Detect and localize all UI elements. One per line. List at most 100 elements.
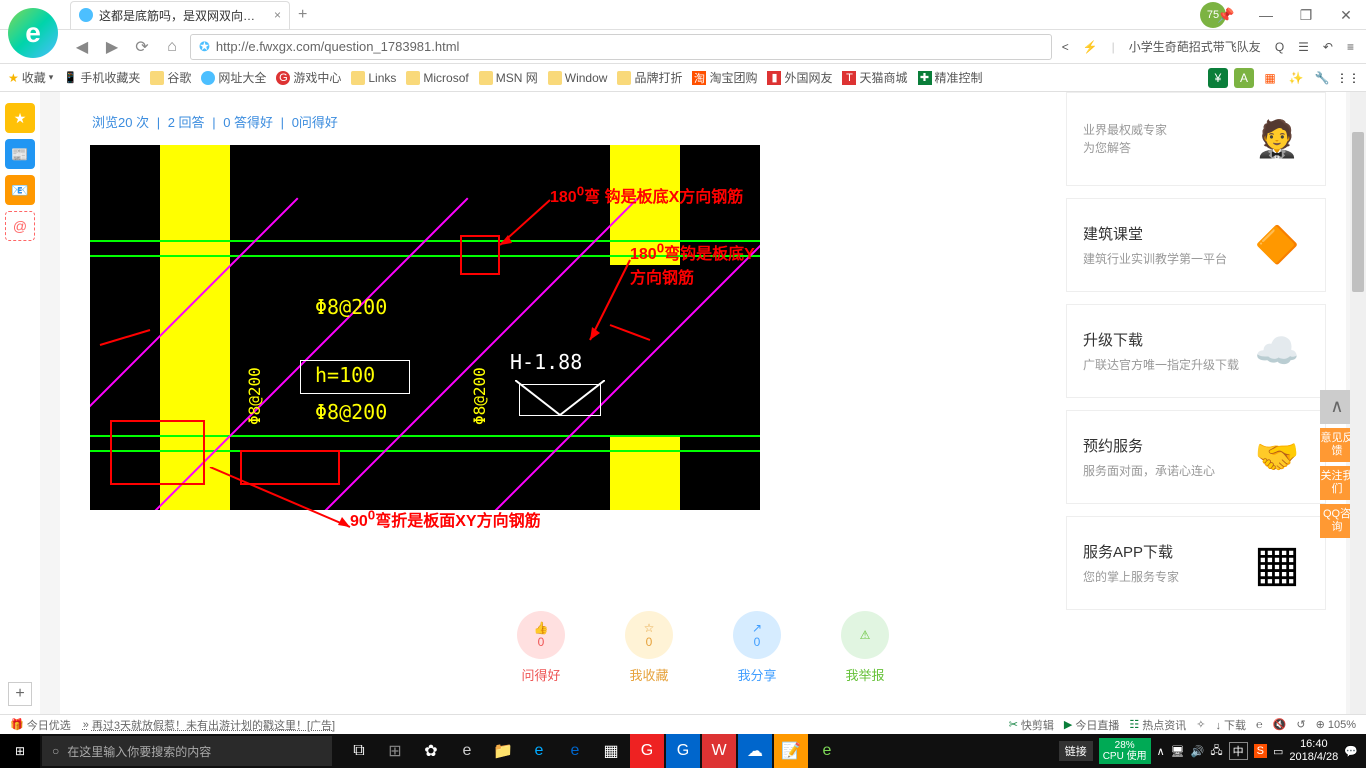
new-tab-button[interactable]: +: [298, 6, 307, 24]
scroll-thumb[interactable]: [1352, 132, 1364, 292]
app-icon[interactable]: G: [666, 734, 700, 768]
network-icon[interactable]: 🖧: [1210, 742, 1222, 761]
search-hint[interactable]: 小学生奇葩招式带飞队友: [1125, 36, 1265, 57]
ext5-icon[interactable]: 🔧: [1312, 68, 1332, 88]
bookmark-item[interactable]: Links: [351, 71, 396, 85]
ime-icon[interactable]: 中: [1229, 742, 1248, 760]
restore-icon[interactable]: ↺: [1296, 718, 1305, 731]
bookmark-item[interactable]: T天猫商城: [842, 69, 907, 86]
battery-icon[interactable]: ▭: [1273, 745, 1283, 758]
tab-close-icon[interactable]: ×: [274, 8, 281, 22]
sidebar-add-button[interactable]: +: [8, 682, 32, 706]
bookmark-item[interactable]: Window: [548, 71, 608, 85]
scrollbar[interactable]: [1350, 92, 1366, 714]
app-icon[interactable]: G: [630, 734, 664, 768]
back-button[interactable]: ◀: [70, 35, 94, 59]
close-button[interactable]: ✕: [1326, 0, 1366, 30]
bookmark-item[interactable]: MSN 网: [479, 69, 538, 86]
action-favorite[interactable]: ☆0 我收藏: [625, 611, 673, 684]
card-upgrade[interactable]: 升级下载广联达官方唯一指定升级下载 ☁️: [1066, 304, 1326, 398]
notification-icon[interactable]: 💬: [1344, 745, 1358, 758]
start-button[interactable]: ⊞: [0, 734, 40, 768]
ext-icon[interactable]: ☰: [1294, 38, 1313, 56]
app-icon[interactable]: W: [702, 734, 736, 768]
zoom-level[interactable]: ⊕ 105%: [1316, 718, 1356, 731]
minimize-button[interactable]: —: [1246, 0, 1286, 30]
ie-icon[interactable]: e: [558, 734, 592, 768]
taskbar-search[interactable]: ○ 在这里输入你要搜索的内容: [42, 736, 332, 766]
taskview-icon[interactable]: ⧉: [342, 734, 376, 768]
app-icon[interactable]: ⊞: [378, 734, 412, 768]
feedback-button[interactable]: 意见反馈: [1320, 428, 1354, 462]
ext2-icon[interactable]: A: [1234, 68, 1254, 88]
card-expert[interactable]: 业界最权威专家 为您解答 🤵: [1066, 92, 1326, 186]
edge-icon[interactable]: e: [522, 734, 556, 768]
app-icon[interactable]: ✿: [414, 734, 448, 768]
ad-link[interactable]: »再过3天就放假惹！未有出游计划的戳这里！[广告]: [83, 717, 335, 733]
bookmark-item[interactable]: ✚精准控制: [918, 69, 983, 86]
action-share[interactable]: ↗0 我分享: [733, 611, 781, 684]
sidebar-weibo[interactable]: 📧: [5, 175, 35, 205]
browser-icon[interactable]: e: [810, 734, 844, 768]
bookmark-item[interactable]: 网址大全: [201, 69, 266, 86]
ext1-icon[interactable]: ¥: [1208, 68, 1228, 88]
ime-brand-icon[interactable]: S: [1254, 744, 1267, 758]
browser-logo[interactable]: e: [8, 8, 58, 58]
share-icon[interactable]: <: [1058, 38, 1073, 56]
bookmark-item[interactable]: 📱手机收藏夹: [63, 69, 140, 86]
bookmark-item[interactable]: 谷歌: [150, 69, 191, 86]
download-button[interactable]: ↓ 下载: [1215, 717, 1246, 733]
volume-icon[interactable]: 🔊: [1191, 745, 1205, 758]
card-service[interactable]: 预约服务服务面对面，承诺心连心 🤝: [1066, 410, 1326, 504]
tray-up-icon[interactable]: ∧: [1157, 745, 1165, 758]
action-good-question[interactable]: 👍0 问得好: [517, 611, 565, 684]
sidebar-at[interactable]: @: [5, 211, 35, 241]
app-icon[interactable]: ☁: [738, 734, 772, 768]
tray-icon[interactable]: 🖥: [1171, 745, 1185, 758]
link-status[interactable]: 链接: [1059, 741, 1093, 761]
bookmark-item[interactable]: 品牌打折: [617, 69, 682, 86]
sb-icon[interactable]: ℮: [1256, 719, 1263, 731]
bookmark-item[interactable]: Microsof: [406, 71, 468, 85]
fav-button[interactable]: ★收藏▾: [8, 69, 53, 86]
live-today[interactable]: ▶今日直播: [1064, 717, 1119, 733]
bookmark-item[interactable]: 淘淘宝团购: [692, 69, 757, 86]
app-icon[interactable]: 📝: [774, 734, 808, 768]
answers[interactable]: 2 回答: [168, 115, 205, 130]
action-report[interactable]: ⚠ 我举报: [841, 611, 889, 684]
sb-icon[interactable]: ✧: [1196, 718, 1205, 731]
undo-icon[interactable]: ↶: [1319, 38, 1337, 56]
follow-button[interactable]: 关注我们: [1320, 466, 1354, 500]
explorer-icon[interactable]: 📁: [486, 734, 520, 768]
good-answers[interactable]: 0 答得好: [223, 115, 273, 130]
pin-icon[interactable]: 📌: [1206, 0, 1246, 30]
menu-icon[interactable]: ≡: [1343, 38, 1358, 56]
sidebar-news[interactable]: 📰: [5, 139, 35, 169]
clock[interactable]: 16:40 2018/4/28: [1289, 738, 1338, 764]
edge-classic-icon[interactable]: e: [450, 734, 484, 768]
qq-consult-button[interactable]: QQ咨询: [1320, 504, 1354, 538]
card-app[interactable]: 服务APP下载您的掌上服务专家 ▦: [1066, 516, 1326, 610]
today-pick[interactable]: 🎁今日优选: [10, 717, 71, 733]
good-asks[interactable]: 0问得好: [292, 115, 338, 130]
mute-icon[interactable]: 🔇: [1273, 718, 1287, 731]
browser-tab[interactable]: 这都是底筋吗，是双网双向布置 ×: [70, 1, 290, 29]
home-button[interactable]: ⌂: [160, 35, 184, 59]
maximize-button[interactable]: ❐: [1286, 0, 1326, 30]
bookmark-item[interactable]: ▮外国网友: [767, 69, 832, 86]
url-input[interactable]: ✪ http://e.fwxgx.com/question_1783981.ht…: [190, 34, 1052, 60]
search-icon[interactable]: Q: [1271, 38, 1288, 56]
ext3-icon[interactable]: ▦: [1260, 68, 1280, 88]
flash-icon[interactable]: ⚡: [1079, 38, 1102, 56]
quick-clip[interactable]: ✂快剪辑: [1009, 717, 1054, 733]
sidebar-fav[interactable]: ★: [5, 103, 35, 133]
refresh-button[interactable]: ⟳: [130, 35, 154, 59]
ext4-icon[interactable]: ✨: [1286, 68, 1306, 88]
forward-button[interactable]: ▶: [100, 35, 124, 59]
card-course[interactable]: 建筑课堂建筑行业实训教学第一平台 🔶: [1066, 198, 1326, 292]
scroll-top-button[interactable]: ∧: [1320, 390, 1354, 424]
app-icon[interactable]: ▦: [594, 734, 628, 768]
bookmark-item[interactable]: G游戏中心: [276, 69, 341, 86]
cpu-usage[interactable]: 28% CPU 使用: [1099, 738, 1151, 764]
ext-more-icon[interactable]: ⋮⋮: [1338, 68, 1358, 88]
